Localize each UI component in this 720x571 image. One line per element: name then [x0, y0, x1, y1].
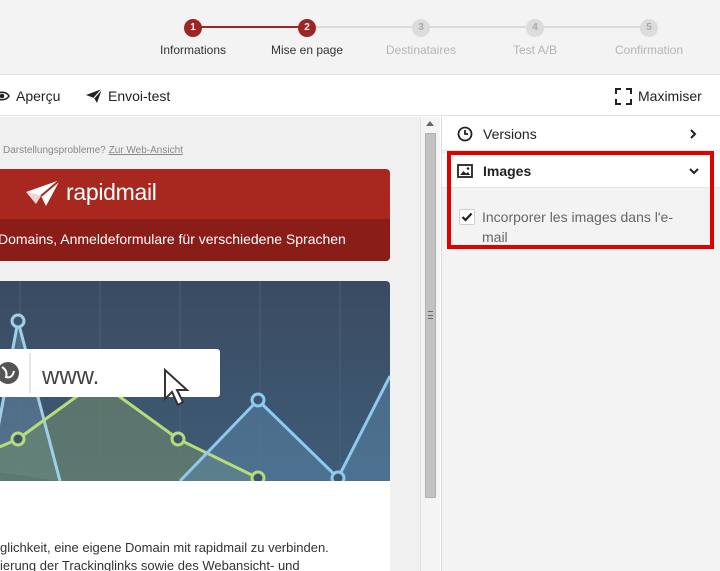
test-send-button[interactable]: Envoi-test: [86, 76, 170, 116]
embed-images-checkbox[interactable]: [459, 209, 475, 225]
step-label: Destinataires: [385, 43, 457, 57]
preheader: Darstellungsprobleme? Zur Web-Ansicht: [3, 145, 183, 156]
step-informations[interactable]: 1 Informations: [136, 17, 250, 57]
step-mise-en-page[interactable]: 2 Mise en page: [250, 17, 364, 57]
checkmark-icon: [461, 212, 473, 222]
email-preview-pane[interactable]: Darstellungsprobleme? Zur Web-Ansicht ra…: [0, 117, 420, 571]
preheader-text: Darstellungsprobleme?: [3, 145, 109, 156]
body-line: glichkeit, eine eigene Domain mit rapidm…: [0, 540, 329, 555]
embed-images-label[interactable]: Incorporer les images dans l'e-mail: [482, 207, 682, 247]
eye-icon: [0, 91, 10, 101]
brand-name: rapidmail: [66, 179, 157, 205]
body-line: ierung der Trackinglinks sowie des Weban…: [0, 558, 300, 571]
images-label: Images: [483, 162, 532, 179]
step-number: 1: [184, 19, 202, 37]
hero-graphic: www.: [0, 281, 390, 481]
email-tagline: Domains, Anmeldeformulare für verschiede…: [0, 219, 390, 261]
test-send-label: Envoi-test: [108, 88, 171, 104]
email-body: glichkeit, eine eigene Domain mit rapidm…: [0, 481, 390, 571]
scroll-grip-icon: [428, 311, 433, 319]
email-header: rapidmail Domains, Anmeldeformulare für …: [0, 169, 390, 261]
image-icon: [457, 163, 473, 178]
brand-logo: rapidmail: [26, 179, 157, 206]
step-label: Mise en page: [270, 43, 344, 57]
email-body-text: glichkeit, eine eigene Domain mit rapidm…: [0, 539, 329, 571]
editor-toolbar: Aperçu Envoi-test Maximiser: [0, 76, 720, 116]
scroll-thumb[interactable]: [425, 133, 436, 498]
web-view-link[interactable]: Zur Web-Ansicht: [109, 145, 183, 156]
step-number: 2: [298, 19, 316, 37]
hero-url-text: www.: [41, 363, 99, 390]
step-label: Test A/B: [512, 43, 558, 57]
step-destinataires[interactable]: 3 Destinataires: [364, 17, 478, 57]
versions-label: Versions: [483, 125, 537, 142]
step-confirmation[interactable]: 5 Confirmation: [592, 17, 706, 57]
chevron-right-icon: [690, 129, 697, 139]
maximize-label: Maximiser: [638, 88, 702, 104]
wizard-stepper: 1 Informations 2 Mise en page 3 Destinat…: [0, 0, 720, 75]
expand-icon: [615, 87, 632, 105]
step-number: 4: [526, 19, 544, 37]
step-label: Confirmation: [614, 43, 684, 57]
settings-panel: Versions Images Incorporer les images da…: [441, 117, 720, 571]
maximize-button[interactable]: Maximiser: [615, 76, 702, 116]
versions-accordion-header[interactable]: Versions: [442, 117, 720, 151]
step-number: 5: [640, 19, 658, 37]
preview-label: Aperçu: [16, 88, 61, 104]
chevron-down-icon: [689, 168, 699, 175]
hero-image: www.: [0, 281, 390, 481]
step-label: Informations: [159, 43, 227, 57]
images-accordion-body: Incorporer les images dans l'e-mail: [442, 188, 720, 258]
preview-scrollbar[interactable]: [420, 117, 440, 571]
clock-icon: [457, 126, 473, 141]
step-test-ab[interactable]: 4 Test A/B: [478, 17, 592, 57]
preview-button[interactable]: Aperçu: [0, 76, 60, 116]
images-accordion-header[interactable]: Images: [442, 154, 720, 188]
scroll-up-arrow-icon[interactable]: [426, 121, 434, 126]
step-number: 3: [412, 19, 430, 37]
paper-plane-icon: [86, 89, 102, 103]
paper-plane-logo-icon: [26, 179, 60, 206]
